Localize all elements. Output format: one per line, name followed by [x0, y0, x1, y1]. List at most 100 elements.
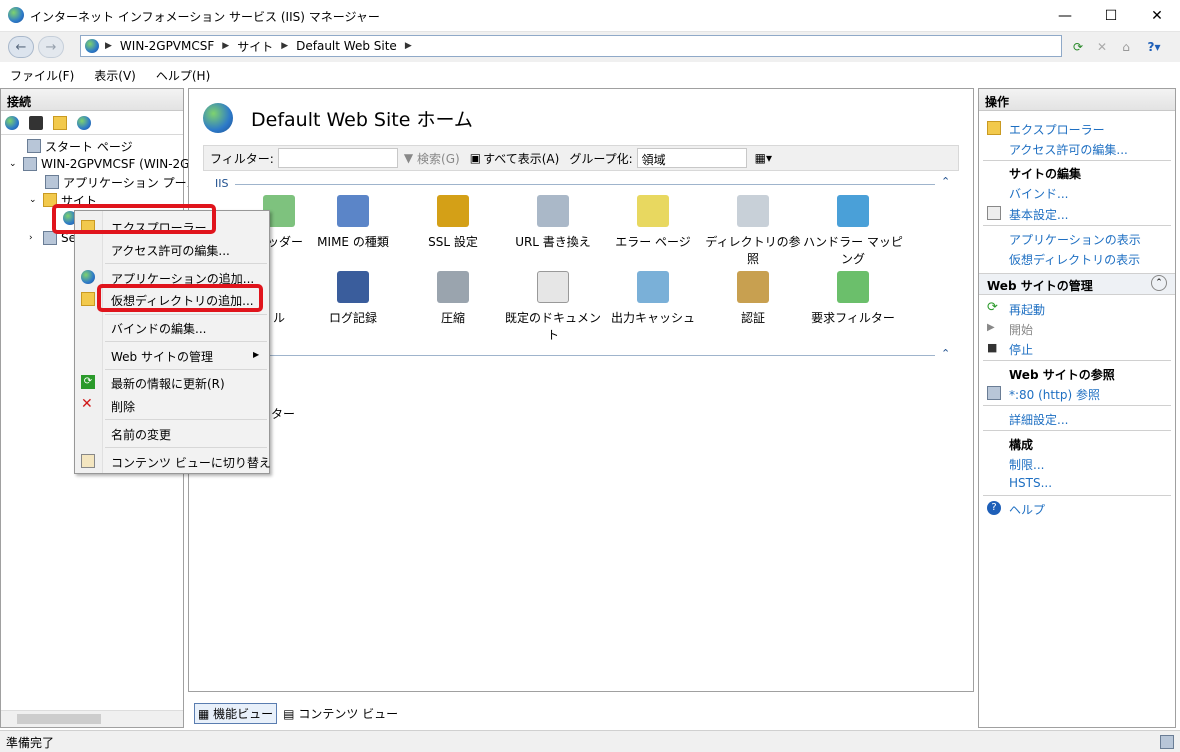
feature-partial-2[interactable]: ター — [271, 405, 295, 422]
search-button[interactable]: 検索(G) — [417, 150, 460, 167]
action-hsts[interactable]: HSTS... — [1009, 476, 1052, 490]
up-icon[interactable] — [53, 115, 67, 130]
help-icon: ? — [987, 501, 1001, 515]
collapse-icon[interactable]: ⌄ — [29, 195, 43, 205]
action-browse-80[interactable]: *:80 (http) 参照 — [1009, 386, 1100, 403]
feature-handler-mappings[interactable]: ハンドラー マッピング — [803, 195, 903, 267]
start-icon: ▶ — [987, 322, 995, 333]
section-iis-label: IIS — [215, 177, 229, 190]
features-view-tab[interactable]: ▦ 機能ビュー — [194, 702, 278, 724]
stop-icon[interactable]: ✕ — [1092, 37, 1112, 57]
view-mode-icon[interactable]: ▦▾ — [755, 151, 772, 165]
connect-icon[interactable] — [5, 115, 19, 130]
forward-button[interactable]: → — [38, 36, 64, 58]
collapse-icon[interactable]: ⌃ — [1151, 275, 1167, 291]
menu-item-refresh[interactable]: 最新の情報に更新(R) — [111, 375, 225, 392]
content-view-tab[interactable]: ▤ コンテンツ ビュー — [283, 705, 398, 722]
tree-app-pools[interactable]: アプリケーション プール — [45, 173, 199, 191]
menu-help[interactable]: ヘルプ(H) — [156, 67, 210, 84]
expand-icon[interactable]: › — [29, 233, 43, 243]
address-bar-row: ← → ▶ WIN-2GPVMCSF ▶ サイト ▶ Default Web S… — [0, 32, 1180, 62]
menu-item-rename[interactable]: 名前の変更 — [111, 426, 171, 443]
context-menu: エクスプローラー アクセス許可の編集... アプリケーションの追加... 仮想デ… — [74, 210, 271, 474]
divider — [983, 495, 1171, 496]
action-advanced-settings[interactable]: 詳細設定... — [1009, 411, 1068, 428]
section-divider — [235, 355, 935, 356]
site-globe-icon — [203, 103, 233, 133]
back-button[interactable]: ← — [8, 36, 34, 58]
restart-icon: ⟳ — [987, 300, 998, 315]
action-explore[interactable]: エクスプローラー — [1009, 121, 1105, 138]
title-bar: インターネット インフォメーション サービス (IIS) マネージャー — ☐ … — [0, 0, 1180, 32]
action-restart[interactable]: 再起動 — [1009, 301, 1045, 318]
menu-item-manage-site[interactable]: Web サイトの管理 — [111, 348, 213, 365]
minimize-button[interactable]: — — [1042, 0, 1088, 31]
feature-url-rewrite[interactable]: URL 書き換え — [503, 195, 603, 250]
help-icon[interactable]: ?▾ — [1144, 37, 1164, 57]
feature-authentication[interactable]: 認証 — [703, 271, 803, 326]
divider — [983, 430, 1171, 431]
action-basic-settings[interactable]: 基本設定... — [1009, 206, 1068, 223]
menu-view[interactable]: 表示(V) — [94, 67, 136, 84]
collapse-section-icon[interactable]: ⌃ — [941, 175, 950, 188]
highlight-explore — [52, 204, 216, 234]
save-icon[interactable] — [29, 115, 43, 130]
filter-input[interactable] — [277, 148, 398, 168]
breadcrumb-server[interactable]: WIN-2GPVMCSF — [120, 39, 214, 53]
basic-settings-icon — [987, 206, 1001, 220]
breadcrumb-dropdown-icon[interactable]: ▶ — [405, 41, 412, 51]
feature-error-pages[interactable]: エラー ページ — [603, 195, 703, 250]
actions-pane: 操作 エクスプローラー アクセス許可の編集... サイトの編集 バインド... … — [978, 88, 1176, 728]
breadcrumb-separator-icon: ▶ — [281, 41, 289, 51]
collapse-section-icon[interactable]: ⌃ — [941, 347, 950, 360]
feature-logging[interactable]: ログ記録 — [303, 271, 403, 326]
feature-output-caching[interactable]: 出力キャッシュ — [603, 271, 703, 326]
refresh-icon[interactable]: ⟳ — [1068, 37, 1088, 57]
action-stop[interactable]: 停止 — [1009, 341, 1033, 358]
menu-file[interactable]: ファイル(F) — [10, 67, 74, 84]
action-help[interactable]: ヘルプ — [1009, 501, 1045, 518]
start-page-icon — [27, 139, 41, 153]
feature-ssl-settings[interactable]: SSL 設定 — [403, 195, 503, 250]
breadcrumb-site[interactable]: Default Web Site — [296, 39, 397, 53]
collapse-icon[interactable]: ⌄ — [9, 159, 23, 169]
filter-bar: フィルター: ▼ 検索(G) ▣ すべて表示(A) グループ化: 領域 ▦▾ — [203, 145, 959, 171]
feature-compression[interactable]: 圧縮 — [403, 271, 503, 326]
close-button[interactable]: ✕ — [1134, 0, 1180, 31]
tree-server[interactable]: ⌄ WIN-2GPVMCSF (WIN-2G — [9, 155, 189, 173]
action-edit-permissions[interactable]: アクセス許可の編集... — [1009, 141, 1128, 158]
tree-start-page[interactable]: スタート ページ — [27, 137, 133, 155]
feature-mime-types[interactable]: MIME の種類 — [303, 195, 403, 250]
menu-separator — [105, 419, 267, 420]
maximize-button[interactable]: ☐ — [1088, 0, 1134, 31]
stop-icon: ■ — [987, 341, 998, 354]
feature-directory-browsing[interactable]: ディレクトリの参照 — [703, 195, 803, 267]
horizontal-scrollbar[interactable] — [1, 710, 183, 727]
menu-item-edit-permissions[interactable]: アクセス許可の編集... — [111, 242, 230, 259]
home-icon[interactable]: ⌂ — [1116, 37, 1136, 57]
menu-item-switch-content-view[interactable]: コンテンツ ビューに切り替え — [111, 454, 271, 471]
highlight-add-virtual-directory — [97, 284, 263, 312]
feature-default-document[interactable]: 既定のドキュメント — [503, 271, 603, 343]
menu-item-edit-bindings[interactable]: バインドの編集... — [111, 320, 206, 337]
disconnect-icon[interactable] — [77, 115, 91, 130]
address-bar[interactable]: ▶ WIN-2GPVMCSF ▶ サイト ▶ Default Web Site … — [80, 35, 1062, 57]
divider — [983, 160, 1171, 161]
menu-item-delete[interactable]: 削除 — [111, 398, 135, 415]
refresh-icon: ⟳ — [81, 375, 95, 389]
action-start[interactable]: 開始 — [1009, 321, 1033, 338]
action-view-virtual-dirs[interactable]: 仮想ディレクトリの表示 — [1009, 251, 1140, 268]
features-pane: Default Web Site ホーム フィルター: ▼ 検索(G) ▣ すべ… — [188, 88, 974, 692]
show-all-button[interactable]: すべて表示(A) — [483, 150, 559, 167]
action-limits[interactable]: 制限... — [1009, 456, 1044, 473]
content-view-icon — [81, 454, 95, 468]
action-view-applications[interactable]: アプリケーションの表示 — [1009, 231, 1141, 248]
group-by-select[interactable]: 領域 — [636, 148, 747, 168]
feature-request-filtering[interactable]: 要求フィルター — [803, 271, 903, 326]
breadcrumb-sites[interactable]: サイト — [237, 38, 273, 55]
connections-header: 接続 — [1, 89, 183, 111]
action-bindings[interactable]: バインド... — [1009, 185, 1068, 202]
menu-separator — [105, 314, 267, 315]
scroll-thumb[interactable] — [17, 714, 101, 724]
add-vdir-icon — [81, 292, 95, 306]
